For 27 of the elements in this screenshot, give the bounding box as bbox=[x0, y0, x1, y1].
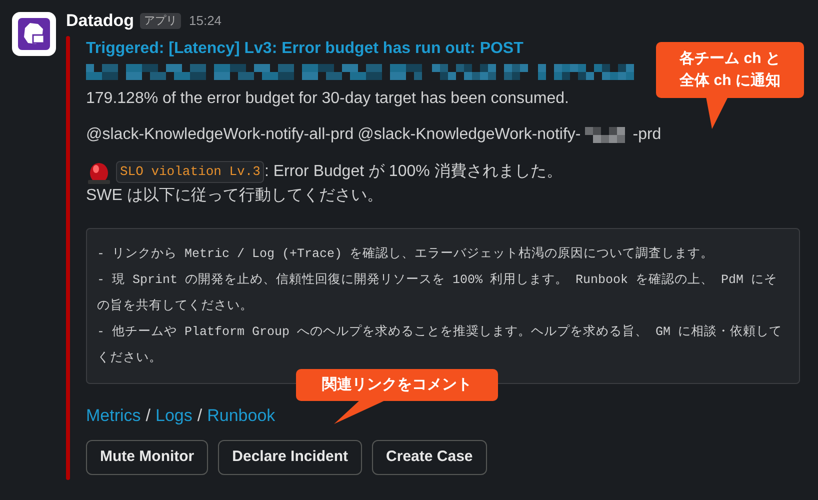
app-badge: アプリ bbox=[140, 13, 181, 29]
alert-title-link[interactable]: Triggered: [Latency] Lv3: Error budget has run out: POST bbox=[86, 38, 524, 60]
callout-text: 各チーム ch と bbox=[680, 49, 780, 69]
instruction-text: SWE は以下に従って行動してください。 bbox=[86, 186, 384, 206]
mention-text[interactable]: @slack-KnowledgeWork-notify-all-prd bbox=[86, 124, 354, 146]
code-line: - 他チームや Platform Group へのヘルプを求めることを推奨します。ヘルプを求める旨、 GM に相談・依頼してください。 bbox=[97, 324, 784, 367]
inline-code-tag: SLO violation Lv.3 bbox=[116, 161, 264, 183]
link-separator: / bbox=[146, 405, 151, 427]
action-button[interactable]: Mute Monitor bbox=[86, 440, 208, 475]
mention-text[interactable]: @slack-KnowledgeWork-notify- bbox=[358, 124, 581, 146]
siren-icon bbox=[86, 160, 112, 184]
code-line: - リンクから Metric / Log (+Trace) を確認し、エラーバジェット枯渇の原因について調査します。 bbox=[97, 246, 715, 263]
action-button[interactable]: Create Case bbox=[372, 440, 487, 475]
sender-name[interactable]: Datadog bbox=[66, 8, 134, 34]
avatar-icon[interactable] bbox=[12, 12, 56, 56]
callout-text: 全体 ch に通知 bbox=[680, 71, 780, 91]
code-line: - 現 Sprint の開発を止め、信頼性回復に開発リソースを 100% 利用します。 Runbook を確認の上、 PdM にその旨を共有してください。 bbox=[97, 272, 778, 315]
action-button[interactable]: Declare Incident bbox=[218, 440, 362, 475]
link[interactable]: Metrics bbox=[86, 404, 141, 428]
callout-text: 関連リンクをコメント bbox=[322, 374, 472, 395]
mention-suffix[interactable]: -prd bbox=[632, 124, 662, 146]
link-separator: / bbox=[197, 405, 202, 427]
timestamp[interactable]: 15:24 bbox=[189, 11, 222, 31]
alert-text: : Error Budget が 100% 消費されました。 bbox=[264, 162, 562, 182]
link[interactable]: Runbook bbox=[207, 404, 276, 428]
summary-text: 179.128% of the error budget for 30-day target has been consumed. bbox=[86, 89, 570, 109]
link[interactable]: Logs bbox=[156, 404, 192, 428]
